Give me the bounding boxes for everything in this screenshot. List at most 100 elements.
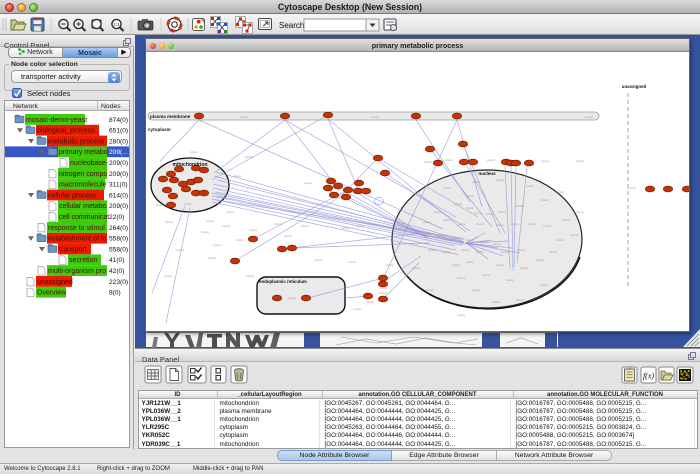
svg-text:multi-organism pro: multi-organism pro (48, 268, 106, 275)
svg-text:(xxxx): (xxxx) (487, 158, 495, 162)
svg-text:(xxxx): (xxxx) (226, 210, 234, 214)
svg-text:Overview: Overview (37, 290, 67, 297)
svg-text:(xxxx): (xxxx) (208, 256, 216, 260)
svg-text:(xxxx): (xxxx) (556, 190, 564, 194)
svg-text:22(0): 22(0) (109, 214, 124, 221)
svg-text:(xxxx): (xxxx) (452, 263, 460, 267)
svg-text:(xxxx): (xxxx) (496, 263, 504, 267)
svg-text:(xxxx): (xxxx) (341, 226, 349, 230)
svg-text:(xxxx): (xxxx) (528, 222, 536, 226)
svg-text:(xxxx): (xxxx) (184, 202, 192, 206)
svg-text:(xxxx): (xxxx) (379, 286, 387, 290)
svg-text:42(0): 42(0) (109, 268, 124, 275)
svg-text:(xxxx): (xxxx) (496, 223, 504, 227)
svg-text:establishment of lo: establishment of lo (48, 236, 106, 243)
svg-text:209(...: 209(... (109, 149, 128, 156)
svg-text:(xxxx): (xxxx) (176, 248, 184, 252)
svg-text:(xxxx): (xxxx) (466, 194, 474, 198)
svg-text:(xxxx): (xxxx) (461, 248, 469, 252)
svg-text:(xxxx): (xxxx) (353, 307, 361, 311)
svg-text:(xxxx): (xxxx) (304, 181, 312, 185)
svg-text:(xxxx): (xxxx) (570, 233, 578, 237)
svg-text:(xxxx): (xxxx) (443, 218, 451, 222)
svg-text:(xxxx): (xxxx) (486, 212, 494, 216)
svg-text:(xxxx): (xxxx) (236, 238, 244, 242)
svg-text:nitrogen compo: nitrogen compo (59, 171, 107, 178)
svg-text:(xxxx): (xxxx) (543, 224, 551, 228)
svg-text:(xxxx): (xxxx) (284, 234, 292, 238)
svg-text:(xxxx): (xxxx) (536, 258, 544, 262)
svg-text:1:1: 1:1 (113, 22, 120, 27)
svg-text:(xxxx): (xxxx) (541, 198, 549, 202)
svg-text:(xxxx): (xxxx) (379, 291, 387, 295)
svg-text:280(0): 280(0) (109, 138, 128, 145)
svg-text:nucleus: nucleus (478, 171, 496, 176)
svg-text:(xxxx): (xxxx) (466, 238, 474, 242)
svg-text:(xxxx): (xxxx) (458, 222, 466, 226)
svg-text:(xxxx): (xxxx) (454, 202, 462, 206)
svg-text:cellular metabo: cellular metabo (59, 203, 107, 210)
svg-text:(xxxx): (xxxx) (443, 186, 451, 190)
svg-text:(xxxx): (xxxx) (472, 288, 480, 292)
svg-text:(xxxx): (xxxx) (366, 300, 374, 304)
svg-text:(xxxx): (xxxx) (510, 222, 518, 226)
svg-text:(xxxx): (xxxx) (156, 203, 164, 207)
svg-text:primary metabo: primary metabo (59, 149, 108, 156)
svg-text:cell communicat: cell communicat (59, 214, 109, 221)
svg-text:f(x): f(x) (643, 372, 654, 381)
svg-text:(xxxx): (xxxx) (517, 248, 525, 252)
svg-text:(xxxx): (xxxx) (520, 266, 528, 270)
svg-text:(xxxx): (xxxx) (540, 283, 548, 287)
svg-text:(xxxx): (xxxx) (516, 298, 524, 302)
svg-text:(xxxx): (xxxx) (445, 158, 453, 162)
svg-text:(xxxx): (xxxx) (386, 263, 394, 267)
svg-text:(xxxx): (xxxx) (442, 250, 450, 254)
svg-text:874(0): 874(0) (109, 117, 128, 124)
svg-text:(xxxx): (xxxx) (222, 224, 230, 228)
svg-text:cellular process: cellular process (48, 192, 97, 199)
svg-text:(xxxx): (xxxx) (245, 155, 253, 159)
svg-text:(xxxx): (xxxx) (472, 180, 480, 184)
svg-text:614(0): 614(0) (109, 192, 128, 199)
svg-text:(x-xx): (x-xx) (240, 115, 248, 119)
svg-text:(xxxx): (xxxx) (576, 210, 584, 214)
svg-text:(xxxx): (xxxx) (422, 232, 430, 236)
svg-text:264(0): 264(0) (109, 225, 128, 232)
svg-text:(xxxx): (xxxx) (348, 260, 356, 264)
svg-text:endoplasmic reticulum: endoplasmic reticulum (259, 279, 307, 284)
svg-text:(xxxx): (xxxx) (434, 210, 442, 214)
svg-text:(xxxx): (xxxx) (498, 210, 506, 214)
svg-text:(xxxx): (xxxx) (476, 250, 484, 254)
svg-text:(xxxx): (xxxx) (190, 150, 198, 154)
svg-text:(xxxx): (xxxx) (452, 236, 460, 240)
svg-text:(xxxx): (xxxx) (165, 220, 173, 224)
svg-text:macromolecule: macromolecule (59, 182, 107, 189)
svg-text:plasma membrane: plasma membrane (150, 114, 191, 119)
svg-text:metabolic process: metabolic process (48, 138, 105, 145)
svg-text:(xxxx): (xxxx) (493, 242, 501, 246)
svg-text:(xxxx): (xxxx) (246, 274, 254, 278)
svg-text:(xxxx): (xxxx) (482, 273, 490, 277)
svg-text:(xxxx): (xxxx) (301, 224, 309, 228)
svg-text:(xxxx): (xxxx) (516, 204, 524, 208)
svg-text:(xxxx): (xxxx) (549, 250, 557, 254)
svg-text:(xxxx): (xxxx) (562, 218, 570, 222)
svg-text:nucleobase-: nucleobase- (70, 160, 109, 167)
svg-text:(xxxx): (xxxx) (274, 222, 282, 226)
svg-text:223(0): 223(0) (109, 279, 128, 286)
svg-text:(xxxx): (xxxx) (541, 159, 549, 163)
svg-text:41(0): 41(0) (109, 257, 124, 264)
svg-text:(xxxx): (xxxx) (576, 159, 584, 163)
svg-text:(xxxx): (xxxx) (412, 266, 420, 270)
svg-text:(xxxx): (xxxx) (233, 174, 241, 178)
svg-text:(xxxx): (xxxx) (424, 160, 432, 164)
svg-text:(xxxx): (xxxx) (628, 186, 636, 190)
svg-text:biological_process: biological_process (37, 128, 95, 135)
svg-text:(x-xx): (x-xx) (371, 115, 379, 119)
svg-text:(xxxx): (xxxx) (314, 258, 322, 262)
svg-text:unassigned: unassigned (622, 84, 647, 89)
svg-text:651(0): 651(0) (109, 128, 128, 135)
svg-text:(xxxx): (xxxx) (506, 278, 514, 282)
svg-text:311(0): 311(0) (109, 182, 128, 189)
svg-text:(xxxx): (xxxx) (480, 240, 488, 244)
